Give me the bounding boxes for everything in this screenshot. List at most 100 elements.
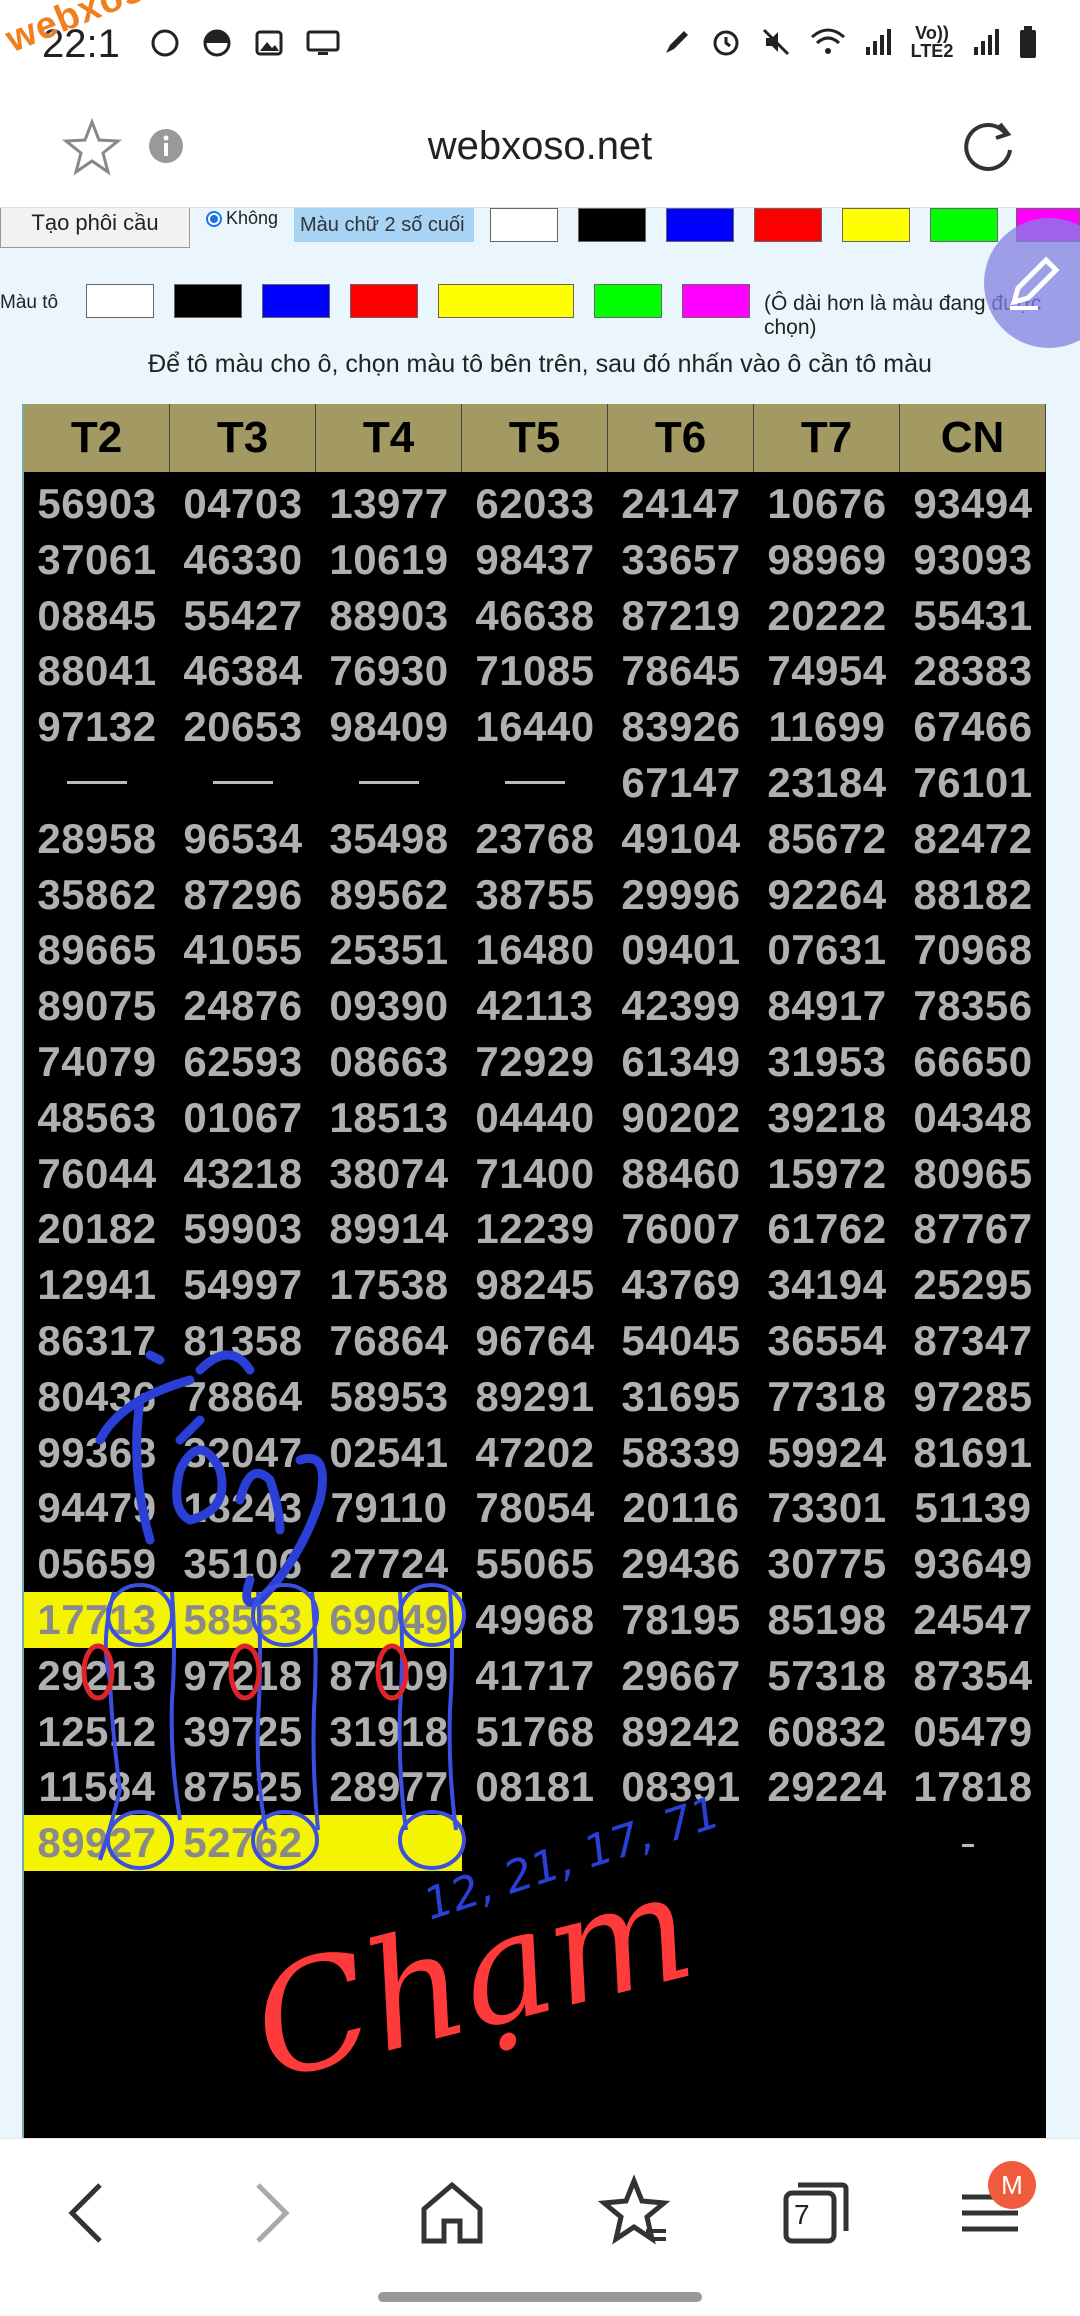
table-cell[interactable]: 49104: [608, 811, 754, 867]
table-cell[interactable]: 78864: [170, 1369, 316, 1425]
table-cell[interactable]: 35862: [24, 867, 170, 923]
table-cell[interactable]: 93093: [900, 532, 1046, 588]
table-cell[interactable]: 52762: [170, 1815, 316, 1871]
table-cell[interactable]: 89914: [316, 1201, 462, 1257]
table-cell[interactable]: 67147: [608, 755, 754, 811]
table-cell[interactable]: 99368: [24, 1425, 170, 1481]
forward-icon[interactable]: [230, 2173, 310, 2253]
table-cell[interactable]: 29667: [608, 1648, 754, 1704]
fill-color-black[interactable]: [174, 284, 242, 318]
table-cell[interactable]: 73301: [754, 1480, 900, 1536]
text-color-green[interactable]: [930, 208, 998, 242]
table-cell[interactable]: 28383: [900, 643, 1046, 699]
table-cell[interactable]: 18243: [170, 1480, 316, 1536]
text-color-red[interactable]: [754, 208, 822, 242]
table-cell[interactable]: 24876: [170, 978, 316, 1034]
table-cell[interactable]: 96764: [462, 1313, 608, 1369]
radio-dot[interactable]: [206, 210, 222, 227]
table-cell[interactable]: 07631: [754, 922, 900, 978]
table-cell[interactable]: 28958: [24, 811, 170, 867]
create-pattern-button[interactable]: Tạo phôi cầu: [0, 208, 190, 248]
table-cell[interactable]: 58339: [608, 1425, 754, 1481]
table-cell[interactable]: 88460: [608, 1146, 754, 1202]
text-color-yellow[interactable]: [842, 208, 910, 242]
table-cell[interactable]: 78195: [608, 1592, 754, 1648]
table-cell[interactable]: [754, 1815, 900, 1871]
tabs-icon[interactable]: [776, 2173, 856, 2253]
table-cell[interactable]: 87525: [170, 1759, 316, 1815]
table-cell[interactable]: 76930: [316, 643, 462, 699]
table-cell[interactable]: 37061: [24, 532, 170, 588]
table-cell[interactable]: 20653: [170, 699, 316, 755]
table-cell[interactable]: 51768: [462, 1704, 608, 1760]
table-cell[interactable]: 55427: [170, 588, 316, 644]
table-cell[interactable]: 98969: [754, 532, 900, 588]
table-cell[interactable]: 78645: [608, 643, 754, 699]
table-cell[interactable]: 66650: [900, 1034, 1046, 1090]
table-cell[interactable]: 87109: [316, 1648, 462, 1704]
table-cell[interactable]: 41717: [462, 1648, 608, 1704]
table-cell[interactable]: 42113: [462, 978, 608, 1034]
table-cell[interactable]: 42399: [608, 978, 754, 1034]
table-cell[interactable]: 97218: [170, 1648, 316, 1704]
table-cell[interactable]: 92264: [754, 867, 900, 923]
table-cell[interactable]: 35498: [316, 811, 462, 867]
table-cell[interactable]: [462, 1815, 608, 1871]
table-cell[interactable]: 48563: [24, 1090, 170, 1146]
table-cell[interactable]: 12239: [462, 1201, 608, 1257]
table-cell[interactable]: 27724: [316, 1536, 462, 1592]
table-cell[interactable]: 78356: [900, 978, 1046, 1034]
table-cell[interactable]: 67466: [900, 699, 1046, 755]
table-cell[interactable]: 16480: [462, 922, 608, 978]
fill-color-yellow[interactable]: [438, 284, 574, 318]
table-cell[interactable]: 24547: [900, 1592, 1046, 1648]
text-color-white[interactable]: [490, 208, 558, 242]
table-cell[interactable]: 10676: [754, 476, 900, 532]
bookmarks-icon[interactable]: [594, 2173, 674, 2253]
table-cell[interactable]: 89665: [24, 922, 170, 978]
fill-color-magenta[interactable]: [682, 284, 750, 318]
table-cell[interactable]: 29224: [754, 1759, 900, 1815]
table-cell[interactable]: 46330: [170, 532, 316, 588]
back-icon[interactable]: [48, 2173, 128, 2253]
table-cell[interactable]: 38074: [316, 1146, 462, 1202]
table-cell[interactable]: 11584: [24, 1759, 170, 1815]
table-cell[interactable]: 12512: [24, 1704, 170, 1760]
table-cell[interactable]: 23184: [754, 755, 900, 811]
table-cell[interactable]: 88903: [316, 588, 462, 644]
table-cell[interactable]: 29436: [608, 1536, 754, 1592]
table-cell[interactable]: 54997: [170, 1257, 316, 1313]
table-cell[interactable]: 29996: [608, 867, 754, 923]
table-cell[interactable]: 36554: [754, 1313, 900, 1369]
table-cell[interactable]: 01067: [170, 1090, 316, 1146]
table-cell[interactable]: 59924: [754, 1425, 900, 1481]
table-cell[interactable]: 87219: [608, 588, 754, 644]
table-cell[interactable]: 02541: [316, 1425, 462, 1481]
table-cell[interactable]: 55431: [900, 588, 1046, 644]
text-color-blue[interactable]: [666, 208, 734, 242]
table-cell[interactable]: 87296: [170, 867, 316, 923]
table-cell[interactable]: 04348: [900, 1090, 1046, 1146]
table-cell[interactable]: 96534: [170, 811, 316, 867]
fill-color-green[interactable]: [594, 284, 662, 318]
table-cell[interactable]: 20222: [754, 588, 900, 644]
table-cell[interactable]: 31695: [608, 1369, 754, 1425]
table-cell[interactable]: 98437: [462, 532, 608, 588]
table-cell[interactable]: 04703: [170, 476, 316, 532]
home-icon[interactable]: [412, 2173, 492, 2253]
fill-color-white[interactable]: [86, 284, 154, 318]
table-cell[interactable]: [608, 1815, 754, 1871]
table-cell[interactable]: 41055: [170, 922, 316, 978]
table-cell[interactable]: 20116: [608, 1480, 754, 1536]
table-cell[interactable]: 43218: [170, 1146, 316, 1202]
table-cell[interactable]: 31918: [316, 1704, 462, 1760]
table-cell[interactable]: 98409: [316, 699, 462, 755]
table-cell[interactable]: 80965: [900, 1146, 1046, 1202]
table-cell[interactable]: 76007: [608, 1201, 754, 1257]
table-cell[interactable]: 04440: [462, 1090, 608, 1146]
table-cell[interactable]: 97285: [900, 1369, 1046, 1425]
table-cell[interactable]: 62593: [170, 1034, 316, 1090]
table-cell[interactable]: 97132: [24, 699, 170, 755]
table-cell[interactable]: 57318: [754, 1648, 900, 1704]
table-cell[interactable]: 87347: [900, 1313, 1046, 1369]
